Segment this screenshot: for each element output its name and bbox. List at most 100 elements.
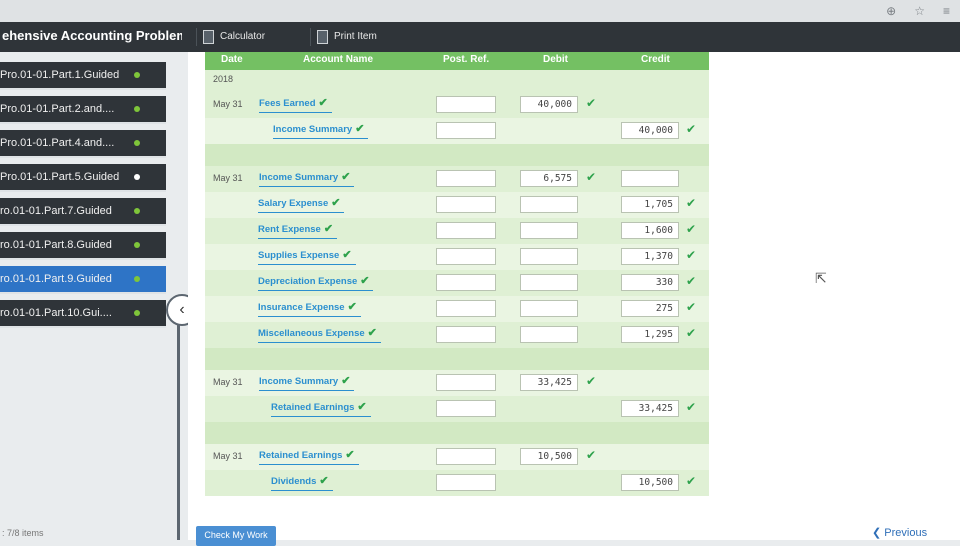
credit-input[interactable]: 1,370 <box>621 248 679 265</box>
debit-input[interactable] <box>520 326 578 343</box>
debit-input[interactable] <box>520 274 578 291</box>
account-name-link[interactable]: Income Summary ✔ <box>259 374 355 391</box>
sidebar-item-2[interactable]: Pro.01-01.Part.2.and.... <box>0 96 166 124</box>
credit-input[interactable]: 1,705 <box>621 196 679 213</box>
post-ref-input[interactable] <box>436 400 496 417</box>
checkmark-icon: ✔ <box>357 401 367 413</box>
checkmark-icon: ✔ <box>345 449 355 461</box>
status-dot-icon <box>134 208 140 214</box>
col-debit: Debit <box>543 54 568 65</box>
credit-input[interactable]: 275 <box>621 300 679 317</box>
menu-icon[interactable]: ≡ <box>943 4 950 18</box>
credit-input[interactable]: 10,500 <box>621 474 679 491</box>
checkmark-icon: ✔ <box>586 96 597 110</box>
account-name-link[interactable]: Retained Earnings ✔ <box>259 448 359 465</box>
checkmark-icon: ✔ <box>686 274 697 288</box>
post-ref-input[interactable] <box>436 170 496 187</box>
zoom-icon[interactable]: ⊕ <box>886 4 896 18</box>
post-ref-input[interactable] <box>436 300 496 317</box>
debit-input[interactable]: 10,500 <box>520 448 578 465</box>
checkmark-icon: ✔ <box>319 475 329 487</box>
star-icon[interactable]: ☆ <box>914 4 925 18</box>
entry-date: May 31 <box>213 451 243 461</box>
sidebar-item-8[interactable]: ro.01-01.Part.10.Gui.... <box>0 300 166 328</box>
sidebar-item-1[interactable]: Pro.01-01.Part.1.Guided <box>0 62 166 90</box>
print-icon <box>317 30 328 44</box>
status-dot-icon <box>134 174 140 180</box>
print-item-button[interactable]: Print Item <box>310 28 383 46</box>
previous-button[interactable]: ❮ Previous <box>872 526 927 539</box>
status-dot-icon <box>134 140 140 146</box>
account-name-link[interactable]: Insurance Expense ✔ <box>258 300 361 317</box>
sidebar-item-label: Pro.01-01.Part.1.Guided <box>0 69 120 81</box>
post-ref-input[interactable] <box>436 448 496 465</box>
assignment-title: ehensive Accounting Problem <box>2 28 182 43</box>
post-ref-input[interactable] <box>436 374 496 391</box>
checkmark-icon: ✔ <box>686 222 697 236</box>
journal-row: Dividends ✔ 10,500 ✔ <box>205 470 709 496</box>
journal-row: Miscellaneous Expense ✔ 1,295 ✔ <box>205 322 709 348</box>
debit-input[interactable]: 6,575 <box>520 170 578 187</box>
credit-input[interactable]: 40,000 <box>621 122 679 139</box>
credit-input[interactable]: 1,600 <box>621 222 679 239</box>
account-name-link[interactable]: Fees Earned ✔ <box>259 96 332 113</box>
checkmark-icon: ✔ <box>686 122 697 136</box>
sidebar-item-4[interactable]: Pro.01-01.Part.5.Guided <box>0 164 166 192</box>
entry-date: May 31 <box>213 173 243 183</box>
post-ref-input[interactable] <box>436 248 496 265</box>
journal-row: May 31 Retained Earnings ✔ 10,500 ✔ <box>205 444 709 470</box>
credit-input[interactable]: 330 <box>621 274 679 291</box>
journal-header: Date Account Name Post. Ref. Debit Credi… <box>205 52 709 70</box>
journal-row: Income Summary ✔ 40,000 ✔ <box>205 118 709 144</box>
debit-input[interactable] <box>520 248 578 265</box>
entry-separator <box>205 144 709 166</box>
post-ref-input[interactable] <box>436 222 496 239</box>
calculator-button[interactable]: Calculator <box>196 28 271 46</box>
debit-input[interactable] <box>520 300 578 317</box>
account-name-link[interactable]: Miscellaneous Expense ✔ <box>258 326 381 343</box>
post-ref-input[interactable] <box>436 326 496 343</box>
sidebar-item-5[interactable]: ro.01-01.Part.7.Guided <box>0 198 166 226</box>
account-name-link[interactable]: Income Summary ✔ <box>273 122 369 139</box>
credit-input[interactable] <box>621 170 679 187</box>
sidebar-item-3[interactable]: Pro.01-01.Part.4.and.... <box>0 130 166 158</box>
sidebar-item-label: ro.01-01.Part.9.Guided <box>0 273 112 285</box>
checkmark-icon: ✔ <box>323 223 334 235</box>
debit-input[interactable]: 40,000 <box>520 96 578 113</box>
post-ref-input[interactable] <box>436 274 496 291</box>
account-name-link[interactable]: Retained Earnings ✔ <box>271 400 371 417</box>
account-name-link[interactable]: Income Summary ✔ <box>259 170 355 187</box>
status-dot-icon <box>134 310 140 316</box>
post-ref-input[interactable] <box>436 196 496 213</box>
sidebar-item-7[interactable]: ro.01-01.Part.9.Guided <box>0 266 166 294</box>
checkmark-icon: ✔ <box>586 374 597 388</box>
account-name-link[interactable]: Salary Expense ✔ <box>258 196 345 213</box>
post-ref-input[interactable] <box>436 474 496 491</box>
account-name-link[interactable]: Rent Expense ✔ <box>258 222 338 239</box>
status-dot-icon <box>134 106 140 112</box>
account-name-link[interactable]: Supplies Expense ✔ <box>258 248 356 265</box>
sidebar-item-6[interactable]: ro.01-01.Part.8.Guided <box>0 232 166 260</box>
post-ref-input[interactable] <box>436 122 496 139</box>
sidebar-item-label: ro.01-01.Part.8.Guided <box>0 239 112 251</box>
checkmark-icon: ✔ <box>360 275 370 287</box>
account-name-link[interactable]: Dividends ✔ <box>271 474 333 491</box>
sidebar-item-label: ro.01-01.Part.7.Guided <box>0 205 112 217</box>
credit-input[interactable]: 1,295 <box>621 326 679 343</box>
journal-row: May 31 Income Summary ✔ 33,425 ✔ <box>205 370 709 396</box>
col-post-ref: Post. Ref. <box>443 54 490 65</box>
debit-input[interactable]: 33,425 <box>520 374 578 391</box>
credit-input[interactable]: 33,425 <box>621 400 679 417</box>
post-ref-input[interactable] <box>436 96 496 113</box>
checkmark-icon: ✔ <box>686 300 697 314</box>
journal-row: Supplies Expense ✔ 1,370 ✔ <box>205 244 709 270</box>
journal-row: Insurance Expense ✔ 275 ✔ <box>205 296 709 322</box>
account-name-link[interactable]: Depreciation Expense ✔ <box>258 274 374 291</box>
checkmark-icon: ✔ <box>686 474 697 488</box>
debit-input[interactable] <box>520 222 578 239</box>
debit-input[interactable] <box>520 196 578 213</box>
checkmark-icon: ✔ <box>341 171 351 183</box>
checkmark-icon: ✔ <box>341 375 351 387</box>
check-my-work-button[interactable]: Check My Work <box>196 526 276 546</box>
entry-date: May 31 <box>213 377 243 387</box>
